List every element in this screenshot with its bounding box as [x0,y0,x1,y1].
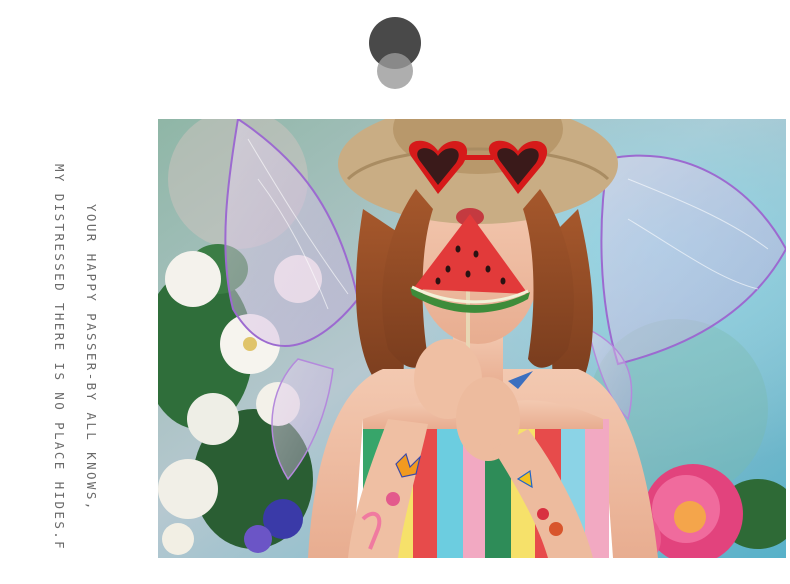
caption-line-2: MY DISTRESSED THERE IS NO PLACE HIDES.F [52,164,67,552]
photo-woman-with-watermelon [158,119,786,558]
logo-circles-icon [369,17,423,89]
caption-line-1: YOUR HAPPY PASSER-BY ALL KNOWS, [84,204,99,512]
